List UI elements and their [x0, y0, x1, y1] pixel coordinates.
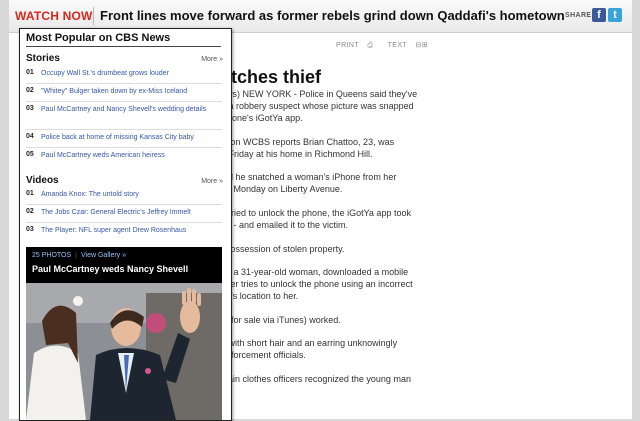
page-frame: WATCH NOW Front lines move forward as fo…: [9, 0, 632, 421]
story-item[interactable]: 03 Paul McCartney and Nancy Shevell's we…: [26, 105, 222, 130]
article-line: ation WCBS reports Brian Chattoo, 23, wa…: [221, 137, 395, 147]
facebook-icon[interactable]: f: [592, 8, 606, 22]
article-line: aid he snatched a woman's iPhone from he…: [221, 172, 397, 182]
article-line: l possession of stolen property.: [221, 244, 345, 254]
item-number: 01: [26, 69, 34, 76]
videos-more-link[interactable]: More »: [201, 178, 223, 185]
item-number: 02: [26, 208, 34, 215]
text-size-link[interactable]: TEXT ⊟⊞: [388, 42, 434, 49]
item-link[interactable]: "Whitey" Bulger taken down by ex-Miss Ic…: [41, 87, 222, 97]
article-title: atches thief: [221, 67, 322, 87]
item-link[interactable]: The Player: NFL super agent Drew Rosenha…: [41, 226, 222, 236]
view-gallery-link[interactable]: View Gallery »: [81, 252, 126, 259]
stories-heading: Stories: [26, 53, 60, 64]
item-link[interactable]: Paul McCartney and Nancy Shevell's weddi…: [41, 105, 222, 115]
item-number: 03: [26, 105, 34, 112]
story-item[interactable]: 05 Paul McCartney weds American heiress: [26, 151, 222, 163]
article-line: er, a 31-year-old woman, downloaded a mo…: [221, 267, 409, 277]
article-line: ne's location to her.: [221, 291, 299, 301]
story-item[interactable]: 02 "Whitey" Bulger taken down by ex-Miss…: [26, 87, 222, 102]
article-line: e tried to unlock the phone, the iGotYa …: [221, 208, 411, 218]
printer-icon: ⎙: [367, 42, 374, 49]
article-line: d Friday at his home in Richmond Hill.: [221, 149, 373, 159]
item-number: 03: [26, 226, 34, 233]
article-line: Phone's iGotYa app.: [221, 113, 303, 123]
text-size-icon: ⊟⊞: [415, 42, 428, 49]
article-line: ire - and emailed it to the victim.: [221, 220, 349, 230]
video-item[interactable]: 02 The Jobs Czar: General Electric's Jef…: [26, 208, 222, 223]
print-link[interactable]: PRINT ⎙: [336, 42, 379, 49]
item-link[interactable]: The Jobs Czar: General Electric's Jeffre…: [41, 208, 222, 218]
panel-title: Most Popular on CBS News: [26, 32, 171, 44]
most-popular-panel: Most Popular on CBS News Stories More » …: [19, 28, 232, 421]
item-number: 04: [26, 133, 34, 140]
item-number: 02: [26, 87, 34, 94]
article-tools: PRINT ⎙ TEXT ⊟⊞: [336, 41, 440, 50]
print-label: PRINT: [336, 42, 359, 49]
story-item[interactable]: 01 Occupy Wall St.'s drumbeat grows loud…: [26, 69, 222, 84]
breaking-headline-link[interactable]: Front lines move forward as former rebel…: [100, 8, 565, 23]
stories-more-link[interactable]: More »: [201, 56, 223, 63]
watch-now-link[interactable]: WATCH NOW: [15, 9, 93, 23]
videos-heading: Videos: [26, 175, 59, 186]
divider: [26, 46, 221, 47]
article-line: ever tries to unlock the phone using an …: [221, 279, 413, 289]
video-item[interactable]: 01 Amanda Knox: The untold story: [26, 190, 222, 205]
video-item[interactable]: 03 The Player: NFL super agent Drew Rose…: [26, 226, 222, 238]
gallery-meta: 25 PHOTOS | View Gallery »: [32, 252, 127, 259]
item-link[interactable]: Amanda Knox: The untold story: [41, 190, 222, 200]
gallery-caption[interactable]: Paul McCartney weds Nancy Shevell: [32, 264, 188, 274]
photo-count: 25 PHOTOS: [32, 252, 72, 259]
article-line: plain clothes officers recognized the yo…: [221, 374, 411, 384]
item-link[interactable]: Police back at home of missing Kansas Ci…: [41, 133, 222, 143]
article-line: enforcement officials.: [221, 350, 306, 360]
item-link[interactable]: Occupy Wall St.'s drumbeat grows louder: [41, 69, 222, 79]
photo-gallery-promo[interactable]: 25 PHOTOS | View Gallery » Paul McCartney …: [26, 247, 222, 420]
story-item[interactable]: 04 Police back at home of missing Kansas…: [26, 133, 222, 148]
item-number: 05: [26, 151, 34, 158]
article-line: ews) NEW YORK - Police in Queens said th…: [221, 89, 418, 99]
article-line: n with short hair and an earring unknowi…: [221, 338, 398, 348]
item-number: 01: [26, 190, 34, 197]
twitter-icon[interactable]: t: [608, 8, 622, 22]
wedding-photo[interactable]: [26, 283, 222, 420]
item-link[interactable]: Paul McCartney weds American heiress: [41, 151, 222, 161]
article-line: d a robbery suspect whose picture was sn…: [221, 101, 414, 111]
article-line: ot for sale via iTunes) worked.: [221, 315, 341, 325]
share-label: SHARE: [565, 12, 592, 19]
divider: [93, 7, 94, 25]
text-size-label: TEXT: [387, 42, 408, 49]
article-line: on Monday on Liberty Avenue.: [221, 184, 343, 194]
